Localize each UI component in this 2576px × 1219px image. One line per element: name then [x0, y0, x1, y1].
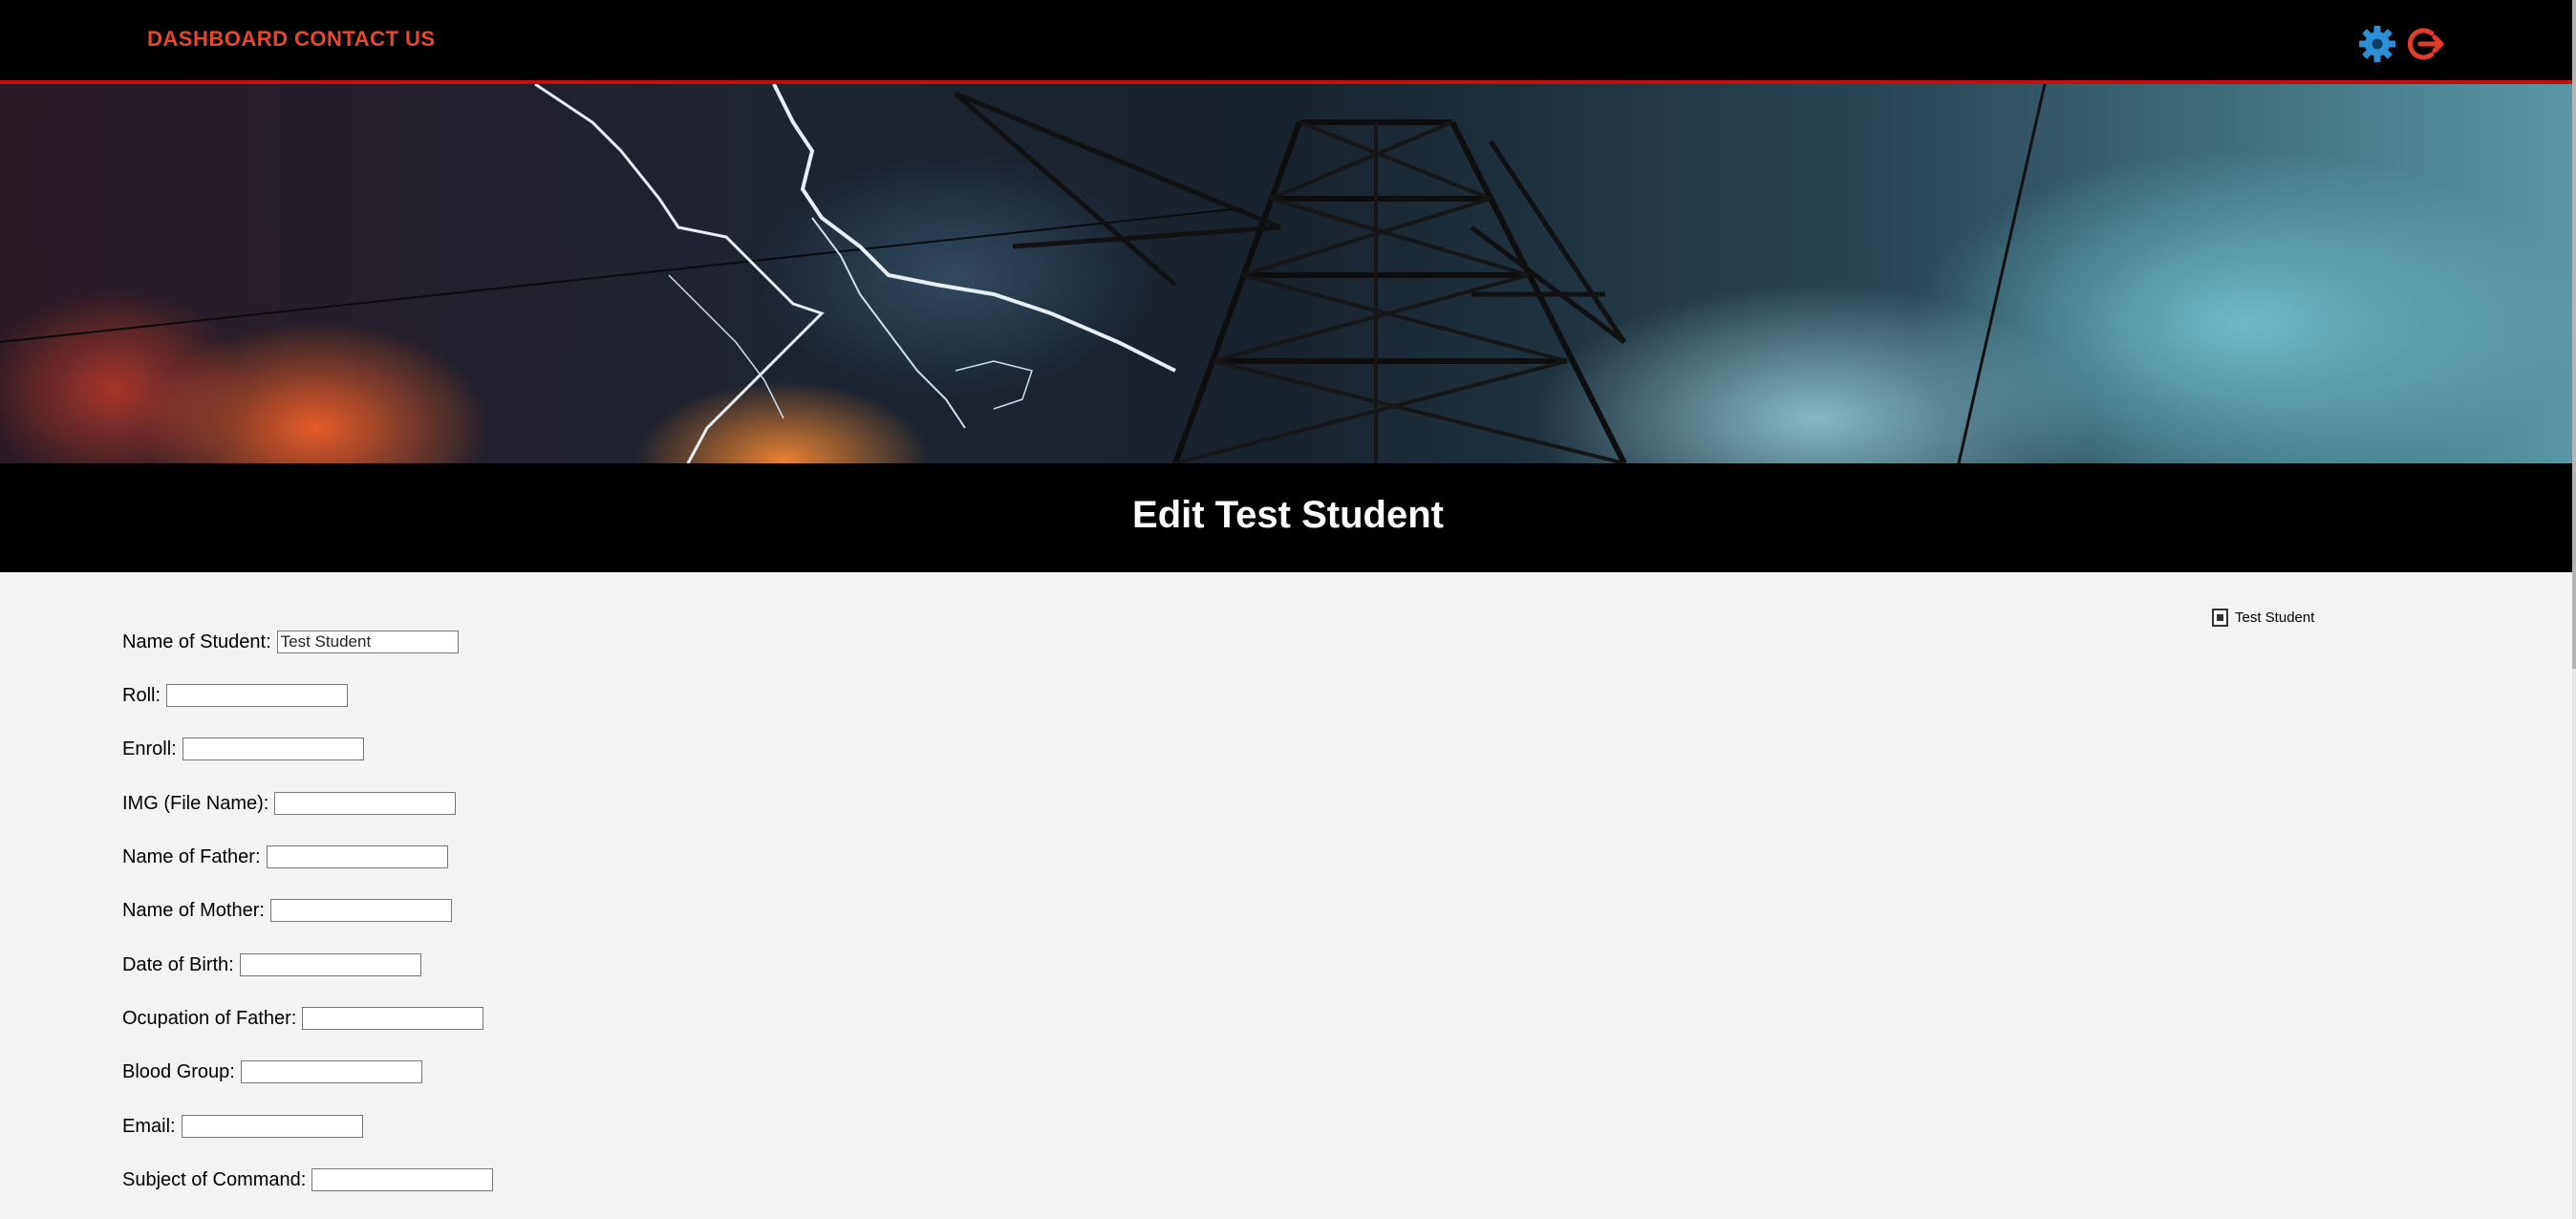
hero-banner-image — [0, 84, 2576, 463]
form-row-blood-group: Blood Group: — [122, 1058, 422, 1086]
roll-label: Roll: — [122, 684, 161, 706]
email-label: Email: — [122, 1115, 176, 1137]
form-row-roll: Roll: — [122, 681, 349, 710]
date-of-birth-label: Date of Birth: — [122, 953, 234, 975]
form-row-subject-of-command: Subject of Command: — [122, 1166, 494, 1194]
subject-of-command-label: Subject of Command: — [122, 1168, 307, 1190]
blood-group-input[interactable] — [240, 1060, 422, 1083]
form-row-name-of-mother: Name of Mother: — [122, 896, 452, 925]
page-scrollbar-thumb[interactable] — [2572, 0, 2576, 669]
blood-group-label: Blood Group: — [122, 1060, 235, 1082]
form-row-date-of-birth: Date of Birth: — [122, 951, 421, 979]
date-of-birth-input[interactable] — [239, 953, 421, 976]
email-input[interactable] — [181, 1115, 363, 1138]
enroll-label: Enroll: — [122, 738, 177, 759]
form-row-name-of-father: Name of Father: — [122, 843, 448, 871]
img-file-name-label: IMG (File Name): — [122, 792, 269, 814]
occupation-of-father-label: Ocupation of Father: — [122, 1007, 297, 1029]
name-of-mother-label: Name of Mother: — [122, 899, 265, 921]
enroll-input[interactable] — [182, 738, 364, 760]
name-of-father-input[interactable] — [266, 845, 448, 868]
top-navbar: DASHBOARD CONTACT US — [0, 0, 2576, 84]
form-row-enroll: Enroll: — [122, 735, 364, 763]
form-row-name-of-student: Name of Student: — [122, 628, 459, 656]
student-image: Test Student — [2212, 609, 2314, 627]
page-title: Edit Test Student — [1132, 494, 1444, 536]
nav-contact-us-link[interactable]: CONTACT US — [294, 27, 436, 52]
student-image-alt-text: Test Student — [2235, 610, 2315, 626]
form-row-img-file-name: IMG (File Name): — [122, 789, 457, 818]
name-of-student-label: Name of Student: — [122, 631, 271, 652]
occupation-of-father-input[interactable] — [302, 1007, 484, 1030]
subject-of-command-input[interactable] — [311, 1168, 494, 1191]
form-row-email: Email: — [122, 1112, 363, 1141]
name-of-student-input[interactable] — [276, 631, 459, 653]
broken-image-icon — [2212, 609, 2228, 627]
title-bar: Edit Test Student — [0, 463, 2576, 572]
name-of-father-label: Name of Father: — [122, 845, 261, 867]
logout-icon[interactable] — [2405, 24, 2445, 64]
img-file-name-input[interactable] — [274, 792, 457, 815]
roll-input[interactable] — [166, 684, 349, 707]
form-row-occupation-of-father: Ocupation of Father: — [122, 1004, 484, 1033]
nav-dashboard-link[interactable]: DASHBOARD — [147, 27, 289, 52]
gear-icon[interactable] — [2357, 24, 2397, 64]
name-of-mother-input[interactable] — [269, 899, 452, 922]
